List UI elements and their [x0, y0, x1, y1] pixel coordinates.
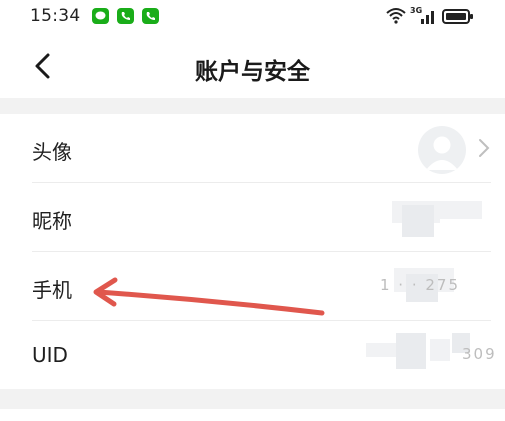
nickname-row[interactable]: 昵称 [0, 183, 505, 252]
avatar [418, 126, 466, 174]
status-indicators: 3G [385, 6, 475, 26]
redacted-nickname [402, 205, 434, 237]
row-label: 手机 [32, 278, 72, 302]
section-divider [0, 389, 505, 409]
section-divider [0, 98, 505, 114]
row-label: 昵称 [32, 209, 72, 233]
chevron-right-icon [479, 139, 490, 157]
uid-row[interactable]: UID 309 [0, 321, 505, 390]
default-avatar-icon [426, 136, 458, 170]
chat-app-icon [92, 8, 109, 24]
account-settings-list: 头像 昵称 手机 1 · · 275 UID 309 [0, 114, 505, 390]
row-label: 头像 [32, 140, 72, 164]
phone-app-icon [142, 8, 159, 24]
redacted-uid [430, 339, 450, 361]
redacted-uid [396, 333, 426, 369]
status-bar: 15:34 3G [0, 0, 505, 34]
wifi-signal-battery-icon [386, 8, 473, 24]
phone-value: 1 · · 275 [380, 276, 461, 294]
network-type-label: 3G [410, 6, 423, 15]
avatar-row[interactable]: 头像 [0, 114, 505, 183]
redacted-nickname [440, 201, 482, 219]
nav-header: 账户与安全 [0, 34, 505, 98]
row-label: UID [32, 343, 68, 367]
uid-value: 309 [462, 345, 497, 363]
phone-app-icon [117, 8, 134, 24]
page-title: 账户与安全 [195, 59, 310, 85]
phone-row[interactable]: 手机 1 · · 275 [0, 252, 505, 321]
status-time: 15:34 [30, 6, 81, 26]
